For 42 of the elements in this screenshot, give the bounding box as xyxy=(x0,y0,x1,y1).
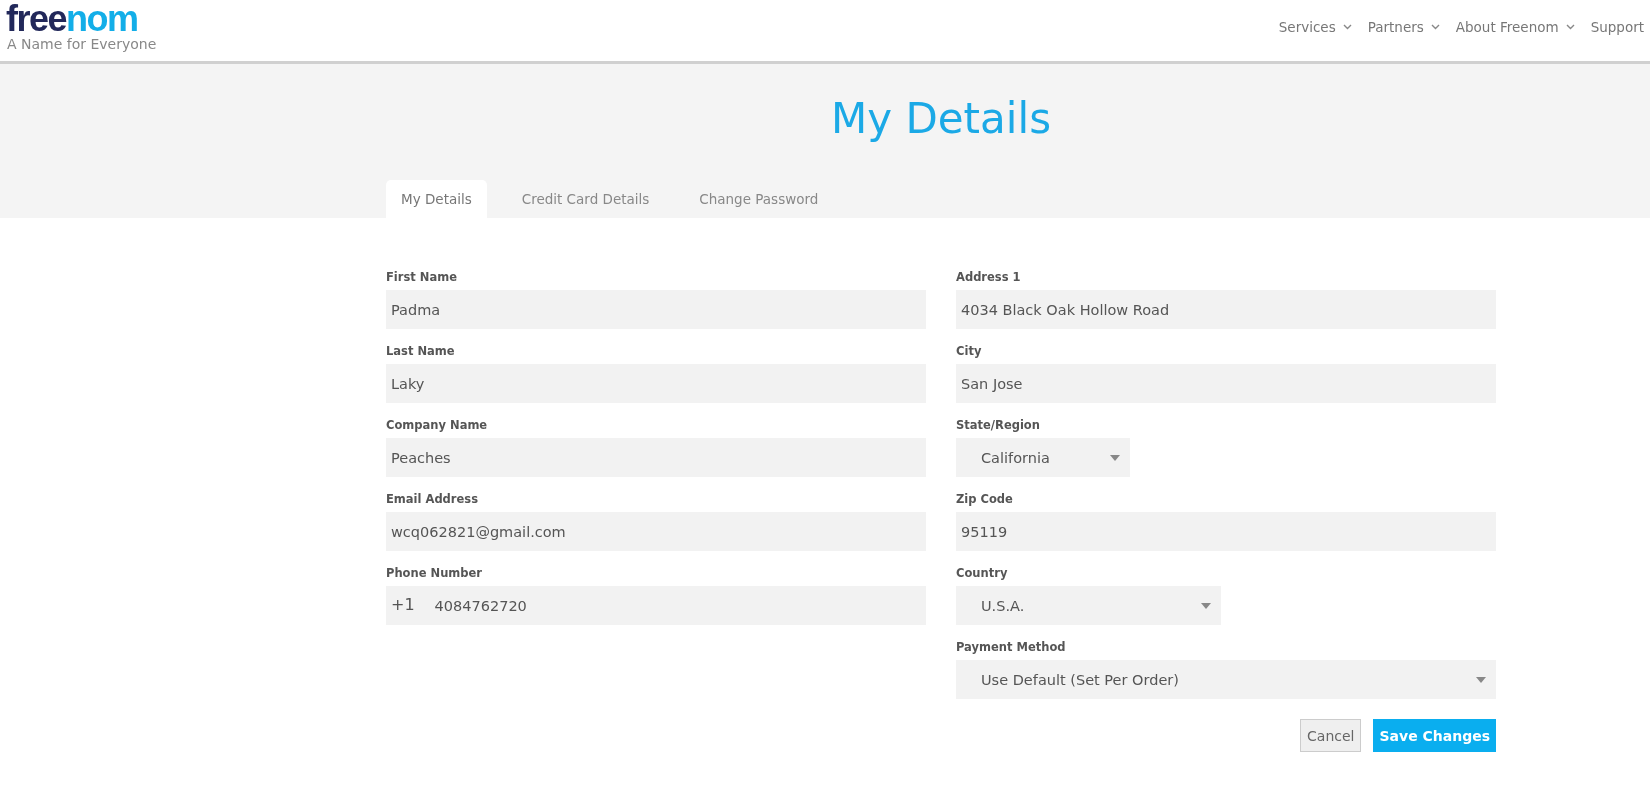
field-label: City xyxy=(956,344,983,358)
field-label: Zip Code xyxy=(956,492,1014,506)
select-dropdown[interactable]: California xyxy=(956,438,1130,477)
logo[interactable]: freenom xyxy=(6,2,157,36)
field-label: Country xyxy=(956,566,1009,580)
field-label: Address 1 xyxy=(956,270,1022,284)
field-label: First Name xyxy=(386,270,458,284)
select-value: California xyxy=(981,449,1050,466)
tagline: A Name for Everyone xyxy=(7,36,157,52)
select-value: Use Default (Set Per Order) xyxy=(981,671,1179,688)
caret-icon xyxy=(1476,676,1486,683)
select-dropdown[interactable]: U.S.A. xyxy=(956,586,1221,625)
country-code: +1 xyxy=(391,594,415,614)
field-label: Last Name xyxy=(386,344,456,358)
text-field[interactable]: San Jose xyxy=(956,364,1496,403)
caret-icon xyxy=(1110,454,1120,461)
text-field[interactable]: Laky xyxy=(386,364,926,403)
field-label: Payment Method xyxy=(956,640,1067,654)
chevron-down-icon xyxy=(1565,24,1575,30)
tab[interactable]: My Details xyxy=(386,180,487,218)
field-label: State/Region xyxy=(956,418,1041,432)
text-field[interactable]: 4034 Black Oak Hollow Road xyxy=(956,290,1496,329)
field-label: Phone Number xyxy=(386,566,483,580)
nav-link[interactable]: About Freenom xyxy=(1455,19,1575,35)
phone-field[interactable]: +1 4084762720 xyxy=(386,586,926,625)
nav-link[interactable]: Support xyxy=(1590,19,1644,35)
field-label: Email Address xyxy=(386,492,479,506)
page-title: My Details xyxy=(830,98,1052,140)
chevron-down-icon xyxy=(1430,24,1440,30)
cancel-button[interactable]: Cancel xyxy=(1300,719,1362,752)
field-label: Company Name xyxy=(386,418,489,432)
select-dropdown[interactable]: Use Default (Set Per Order) xyxy=(956,660,1496,699)
chevron-down-icon xyxy=(1342,24,1352,30)
caret-icon xyxy=(1201,602,1211,609)
select-value: U.S.A. xyxy=(981,597,1025,614)
text-field[interactable]: Padma xyxy=(386,290,926,329)
nav-link[interactable]: Partners xyxy=(1367,19,1440,35)
phone-value: 4084762720 xyxy=(434,597,527,614)
text-field[interactable]: wcq062821@gmail.com xyxy=(386,512,926,551)
text-field[interactable]: 95119 xyxy=(956,512,1496,551)
nav-link[interactable]: Services xyxy=(1278,19,1352,35)
text-field[interactable]: Peaches xyxy=(386,438,926,477)
